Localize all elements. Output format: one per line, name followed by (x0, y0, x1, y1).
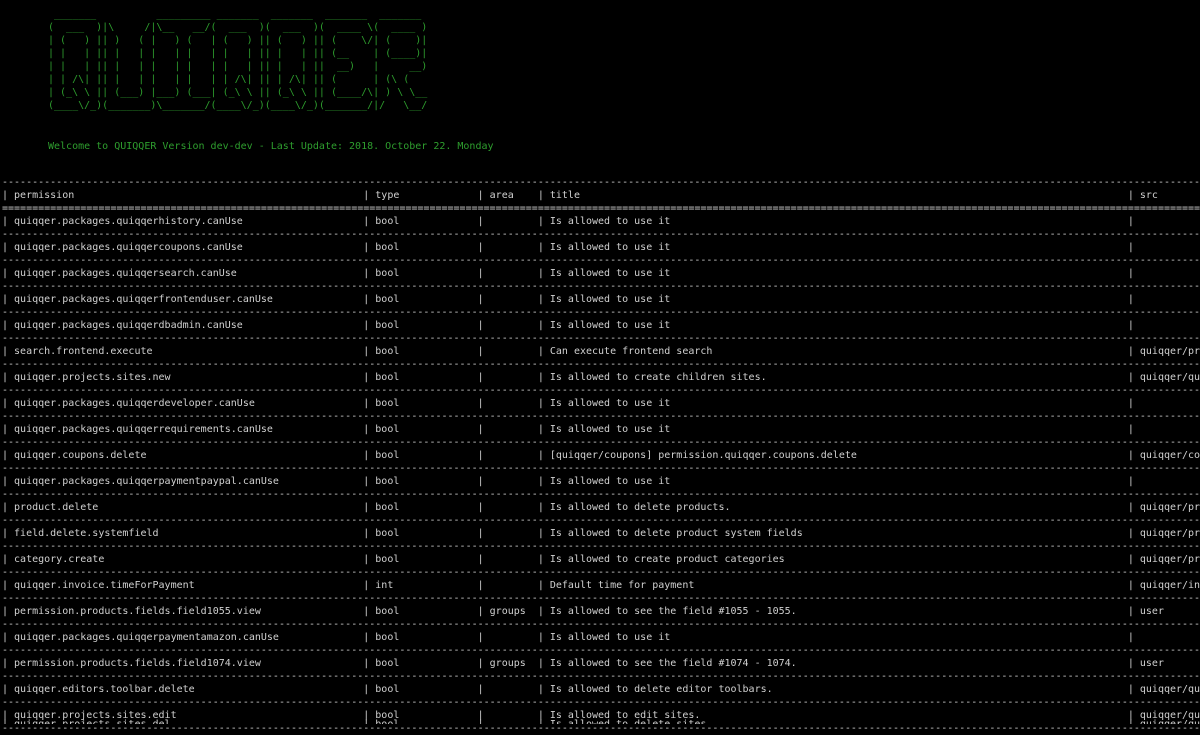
table-separator: ----------------------------------------… (2, 462, 1200, 475)
table-separator: ----------------------------------------… (2, 566, 1200, 579)
table-separator: ----------------------------------------… (2, 410, 1200, 423)
table-row: | field.delete.systemfield | bool | | Is… (2, 527, 1200, 540)
table-separator: ----------------------------------------… (2, 514, 1200, 527)
table-row: | quiqqer.coupons.delete | bool | | [qui… (2, 449, 1200, 462)
table-row: | quiqqer.projects.sites.new | bool | | … (2, 371, 1200, 384)
table-separator: ----------------------------------------… (2, 696, 1200, 709)
table-row: | category.create | bool | | Is allowed … (2, 553, 1200, 566)
table-separator: ----------------------------------------… (2, 384, 1200, 397)
table-header-row: | permission | type | area | title | src (2, 189, 1200, 202)
table-row: | quiqqer.packages.quiqqerhistory.canUse… (2, 215, 1200, 228)
table-separator: ----------------------------------------… (2, 540, 1200, 553)
table-row: | permission.products.fields.field1055.v… (2, 605, 1200, 618)
table-separator: ----------------------------------------… (2, 254, 1200, 267)
table-row: | quiqqer.packages.quiqqersearch.canUse … (2, 267, 1200, 280)
table-separator: ----------------------------------------… (2, 358, 1200, 371)
table-separator: ----------------------------------------… (2, 436, 1200, 449)
table-separator: ----------------------------------------… (2, 306, 1200, 319)
table-row: | quiqqer.packages.quiqqerdeveloper.canU… (2, 397, 1200, 410)
table-separator: ----------------------------------------… (2, 644, 1200, 657)
table-row: | quiqqer.packages.quiqqercoupons.canUse… (2, 241, 1200, 254)
table-row: | quiqqer.packages.quiqqerpaymentamazon.… (2, 631, 1200, 644)
table-row-clipped: | quiqqer.projects.sites.del | bool | | … (2, 718, 1200, 724)
clipped-partial-row: | quiqqer.projects.sites.del | bool | | … (2, 718, 1200, 724)
table-row: | quiqqer.packages.quiqqerrequirements.c… (2, 423, 1200, 436)
table-separator: ----------------------------------------… (2, 176, 1200, 189)
table-separator: ----------------------------------------… (2, 592, 1200, 605)
table-row: | quiqqer.packages.quiqqerpaymentpaypal.… (2, 475, 1200, 488)
table-separator: ----------------------------------------… (2, 332, 1200, 345)
table-row: | search.frontend.execute | bool | | Can… (2, 345, 1200, 358)
table-header-separator: ========================================… (2, 202, 1200, 215)
table-row: | quiqqer.editors.toolbar.delete | bool … (2, 683, 1200, 696)
table-row: | product.delete | bool | | Is allowed t… (2, 501, 1200, 514)
table-row: | quiqqer.packages.quiqqerfrontenduser.c… (2, 293, 1200, 306)
welcome-message: Welcome to QUIQQER Version dev-dev - Las… (48, 140, 494, 153)
table-separator: ----------------------------------------… (2, 280, 1200, 293)
table-row: | quiqqer.packages.quiqqerdbadmin.canUse… (2, 319, 1200, 332)
table-separator: ----------------------------------------… (2, 488, 1200, 501)
terminal-screen: _______ _________ _______ _______ ______… (0, 0, 1200, 724)
table-separator: ----------------------------------------… (2, 670, 1200, 683)
quiqqer-ascii-logo: _______ _________ _______ _______ ______… (48, 8, 427, 112)
table-row: | permission.products.fields.field1074.v… (2, 657, 1200, 670)
table-separator: ----------------------------------------… (2, 618, 1200, 631)
table-separator: ----------------------------------------… (2, 228, 1200, 241)
table-row: | quiqqer.invoice.timeForPayment | int |… (2, 579, 1200, 592)
permissions-table: ----------------------------------------… (2, 176, 1200, 735)
